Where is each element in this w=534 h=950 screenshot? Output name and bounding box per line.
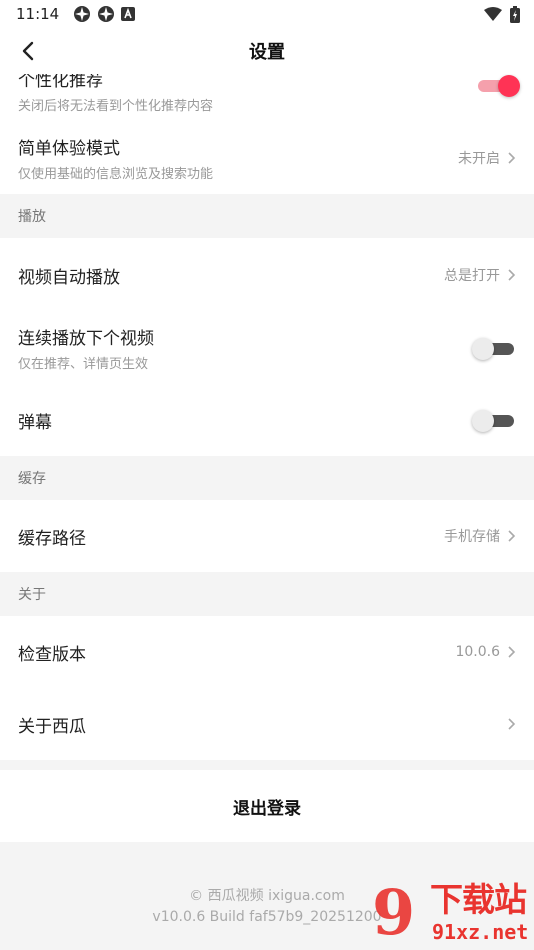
nav-bar: 设置: [0, 28, 534, 74]
continuous-play-toggle[interactable]: [472, 337, 516, 360]
status-icons: [73, 5, 136, 23]
section-header-about: 关于: [0, 572, 534, 616]
setting-label: 视频自动播放: [18, 267, 120, 288]
setting-value: 手机存储: [444, 526, 516, 546]
chevron-right-icon: [508, 530, 516, 542]
watermark-url: 91xz.net: [432, 920, 529, 944]
setting-label: 连续播放下个视频: [18, 329, 154, 349]
watermark-text: 下载站: [430, 880, 527, 919]
setting-about-xigua[interactable]: 关于西瓜: [0, 688, 534, 760]
section-header-cache: 缓存: [0, 456, 534, 500]
setting-value: 未开启: [458, 148, 516, 168]
setting-description: 关闭后将无法看到个性化推荐内容: [18, 99, 214, 114]
logout-button[interactable]: 退出登录: [0, 770, 534, 842]
autoplay-value: 总是打开: [444, 268, 500, 284]
battery-icon: [510, 5, 520, 23]
setting-label: 弹幕: [18, 412, 52, 433]
app-icon: [98, 6, 115, 22]
setting-personalized-recommendation[interactable]: 个性化推荐 关闭后将无法看到个性化推荐内容: [0, 74, 534, 122]
watermark-nine: 9: [372, 876, 416, 949]
setting-value: [506, 717, 516, 731]
setting-value: 总是打开: [444, 265, 516, 285]
setting-value: 10.0.6: [455, 644, 516, 660]
a-icon: [121, 7, 136, 21]
version-value: 10.0.6: [455, 644, 500, 660]
page-title: 设置: [249, 42, 285, 63]
chevron-left-icon: [22, 41, 34, 61]
status-bar: 11:14: [0, 0, 534, 28]
cache-path-value: 手机存储: [444, 529, 500, 545]
setting-description: 仅使用基础的信息浏览及搜索功能: [18, 167, 214, 182]
setting-danmaku[interactable]: 弹幕: [0, 384, 534, 456]
setting-label: 个性化推荐: [18, 74, 103, 91]
app-icon: [74, 6, 91, 22]
status-time: 11:14: [16, 5, 60, 23]
chevron-right-icon: [508, 718, 516, 730]
setting-label: 缓存路径: [18, 528, 86, 549]
section-header-playback: 播放: [0, 194, 534, 238]
chevron-right-icon: [508, 269, 516, 281]
simple-mode-value: 未开启: [458, 151, 500, 167]
settings-list[interactable]: 个性化推荐 关闭后将无法看到个性化推荐内容 简单体验模式 仅使用基础的信息浏览及…: [0, 74, 534, 950]
danmaku-toggle[interactable]: [472, 409, 516, 432]
watermark-logo: 9 下载站 91xz.net: [372, 880, 534, 948]
setting-video-autoplay[interactable]: 视频自动播放 总是打开: [0, 238, 534, 312]
setting-label: 检查版本: [18, 644, 86, 665]
personalized-toggle[interactable]: [476, 74, 520, 97]
setting-label: 关于西瓜: [18, 716, 86, 737]
status-right: [484, 5, 520, 23]
setting-simple-mode[interactable]: 简单体验模式 仅使用基础的信息浏览及搜索功能 未开启: [0, 122, 534, 194]
setting-continuous-play[interactable]: 连续播放下个视频 仅在推荐、详情页生效: [0, 312, 534, 384]
chevron-right-icon: [508, 646, 516, 658]
wifi-icon: [484, 7, 502, 21]
setting-description: 仅在推荐、详情页生效: [18, 357, 149, 372]
chevron-right-icon: [508, 152, 516, 164]
setting-cache-path[interactable]: 缓存路径 手机存储: [0, 500, 534, 572]
setting-check-version[interactable]: 检查版本 10.0.6: [0, 616, 534, 688]
back-button[interactable]: [14, 37, 42, 65]
setting-label: 简单体验模式: [18, 139, 120, 159]
